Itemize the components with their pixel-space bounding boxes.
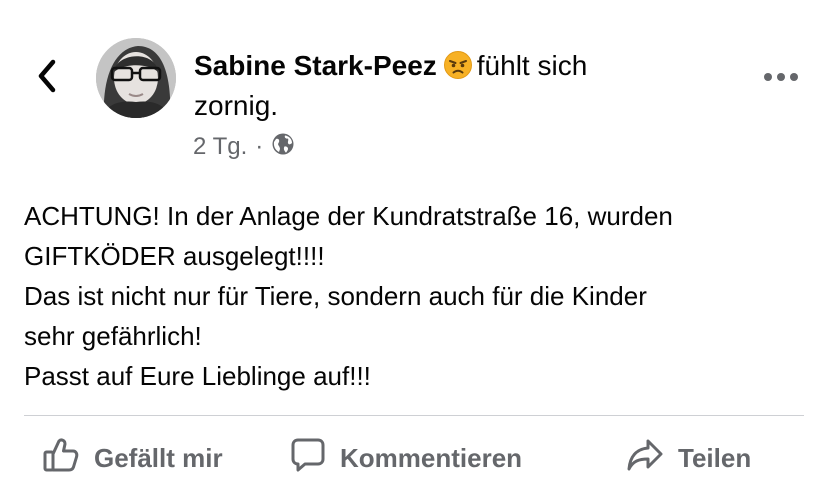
avatar[interactable] [96, 38, 176, 118]
separator-dot: · [255, 133, 264, 160]
share-label: Teilen [678, 442, 752, 473]
post-text: ACHTUNG! In der Anlage der Kundratstraße… [24, 196, 814, 396]
post-line: Das ist nicht nur für Tiere, sondern auc… [24, 281, 647, 311]
like-label: Gefällt mir [94, 442, 223, 473]
comment-button[interactable]: Kommentieren [290, 436, 522, 480]
share-button[interactable]: Teilen [626, 436, 751, 480]
angry-face-emoji [443, 50, 473, 80]
comment-bubble-icon [290, 437, 340, 480]
comment-label: Kommentieren [340, 442, 523, 473]
post-meta: 2 Tg. · [193, 131, 295, 163]
like-button[interactable]: Gefällt mir [42, 436, 223, 480]
author-name[interactable]: Sabine Stark-Peez [194, 50, 437, 81]
post-line: ACHTUNG! In der Anlage der Kundratstraße… [24, 201, 673, 231]
post-line: GIFTKÖDER ausgelegt!!!! [24, 241, 325, 271]
more-options-icon [763, 69, 799, 87]
thumbs-up-icon [42, 436, 94, 481]
chevron-left-icon [36, 59, 58, 98]
share-arrow-icon [626, 437, 678, 480]
post-line: Passt auf Eure Lieblinge auf!!! [24, 361, 371, 391]
divider [24, 415, 804, 416]
back-button[interactable] [30, 58, 64, 98]
more-options-button[interactable] [761, 66, 801, 90]
post-header: Sabine Stark-Peez fühlt sich zornig. [194, 46, 714, 126]
feeling-text: fühlt sich [476, 50, 588, 81]
globe-icon [271, 132, 295, 163]
post-line: sehr gefährlich! [24, 321, 202, 351]
timestamp[interactable]: 2 Tg. [193, 133, 247, 161]
feeling-word: zornig. [194, 90, 279, 121]
